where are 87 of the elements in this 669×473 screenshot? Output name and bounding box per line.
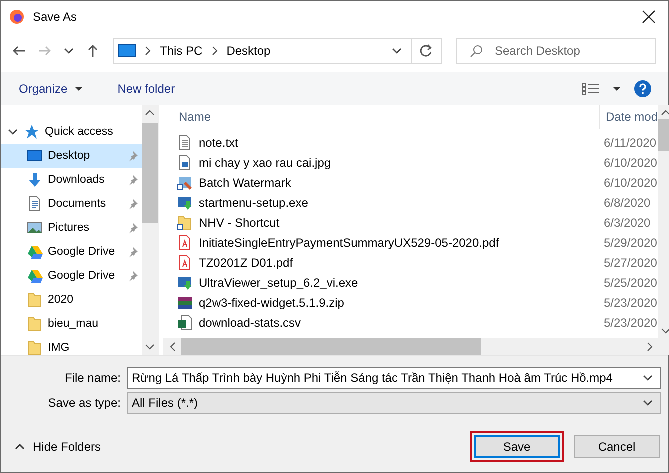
globe-icon [9, 8, 25, 24]
view-options-icon[interactable] [582, 82, 600, 96]
new-folder-button[interactable]: New folder [112, 78, 182, 100]
caret-icon [74, 86, 84, 92]
table-cell-text: 5/25/2020 [603, 276, 658, 290]
scroll-thumb[interactable] [142, 123, 158, 223]
picture-icon [27, 220, 43, 236]
down-arrow-icon [27, 172, 43, 188]
table-cell-text: 6/11/2020 [603, 136, 656, 150]
sidebar-item[interactable]: 2020 [1, 288, 142, 312]
spreadsheet-icon [177, 315, 193, 331]
chevron-up-icon [15, 442, 25, 450]
folder-shortcut-icon [177, 215, 193, 231]
file-type-dropdown[interactable]: All Files (*.*) [127, 392, 661, 414]
books-icon [177, 295, 193, 311]
file-item[interactable]: TZ0201Z D01.pdf [163, 255, 597, 271]
chevron-up-icon[interactable] [145, 109, 155, 117]
breadcrumb[interactable]: Desktop [226, 44, 271, 58]
organize-button[interactable]: Organize [13, 78, 90, 100]
chevron-right-icon [210, 46, 219, 56]
image-file-icon [177, 155, 193, 171]
field-label: File name: [64, 371, 122, 385]
file-item[interactable]: download-stats.csv [163, 315, 597, 331]
sidebar-item[interactable]: bieu_mau [1, 312, 142, 336]
refresh-icon [419, 44, 434, 58]
table-cell-text: 5/23/2020 [603, 296, 658, 310]
help-icon[interactable] [634, 80, 652, 98]
table-cell-text: 5/23/2020 [603, 316, 658, 330]
installer-icon [177, 195, 193, 211]
file-item[interactable]: mi chay y xao rau cai.jpg [163, 155, 597, 171]
chevron-down-icon[interactable] [145, 343, 155, 351]
chevron-up-icon[interactable] [661, 109, 669, 117]
installer-icon [177, 275, 193, 291]
scrollbar[interactable] [142, 105, 158, 355]
monitor-icon [27, 148, 43, 164]
caret-icon[interactable] [612, 86, 622, 92]
close-icon[interactable] [642, 10, 656, 24]
save-button[interactable]: Save [474, 435, 560, 458]
pdf-file-icon [177, 255, 193, 271]
file-name-field[interactable]: Rừng Lá Thấp Trình bày Huỳnh Phi Tiễn Sáng tác Trần Thiện Thanh Hoà âm Trúc Hồ.mp4 [127, 367, 661, 389]
shortcut-icon [177, 175, 193, 191]
scrollbar[interactable] [163, 338, 658, 355]
cancel-button[interactable]: Cancel [574, 435, 660, 458]
sidebar-item[interactable]: Documents [1, 192, 142, 216]
text-file-icon [177, 135, 193, 151]
table-cell-text: 5/27/2020 [603, 256, 658, 270]
file-item[interactable]: InitiateSingleEntryPaymentSummaryUX529-05-2020.pdf [163, 235, 597, 251]
refresh-button[interactable] [412, 38, 442, 64]
sidebar-item[interactable]: Downloads [1, 168, 142, 192]
monitor-icon [118, 44, 136, 58]
scroll-thumb[interactable] [181, 338, 481, 355]
sidebar-item[interactable]: Google Drive [1, 264, 142, 288]
chevron-down-icon[interactable] [661, 327, 669, 335]
star-icon [24, 124, 40, 140]
field-label: Save as type: [47, 396, 122, 410]
file-item[interactable]: startmenu-setup.exe [163, 195, 597, 211]
file-item[interactable]: note.txt [163, 135, 597, 151]
table-cell-text: 6/3/2020 [603, 216, 651, 230]
table-cell-text: 6/8/2020 [603, 196, 651, 210]
table-cell-text: 6/10/2020 [603, 156, 658, 170]
search-icon [470, 44, 484, 58]
table-cell-text: 6/10/2020 [603, 176, 658, 190]
sidebar-item[interactable]: Google Drive [1, 240, 142, 264]
file-item[interactable]: NHV - Shortcut [163, 215, 597, 231]
chevron-left-icon[interactable] [169, 342, 177, 352]
triangle-icon [27, 244, 43, 260]
table-cell-text: 5/29/2020 [603, 236, 658, 250]
address-bar[interactable]: This PC Desktop [113, 38, 412, 64]
sidebar-item[interactable]: Quick access [1, 120, 142, 144]
chevron-right-icon [144, 46, 152, 56]
chevron-right-icon[interactable] [646, 342, 654, 352]
breadcrumb[interactable]: This PC [160, 44, 203, 58]
file-item[interactable]: Batch Watermark [163, 175, 597, 191]
column-header[interactable]: Name [163, 105, 599, 129]
sidebar-item[interactable]: IMG [1, 336, 142, 355]
sidebar-item[interactable]: Pictures [1, 216, 142, 240]
window-title: Save As [33, 10, 78, 24]
file-item[interactable]: UltraViewer_setup_6.2_vi.exe [163, 275, 597, 291]
document-icon [27, 196, 43, 212]
folder-icon [27, 292, 43, 308]
hide-folders-button[interactable]: Hide Folders [15, 440, 102, 454]
triangle-icon [27, 268, 43, 284]
folder-icon [27, 316, 43, 332]
search-field[interactable]: Search Desktop [456, 38, 656, 64]
file-item[interactable]: q2w3-fixed-widget.5.1.9.zip [163, 295, 597, 311]
sidebar-item[interactable]: Desktop [1, 144, 142, 168]
pdf-file-icon [177, 235, 193, 251]
